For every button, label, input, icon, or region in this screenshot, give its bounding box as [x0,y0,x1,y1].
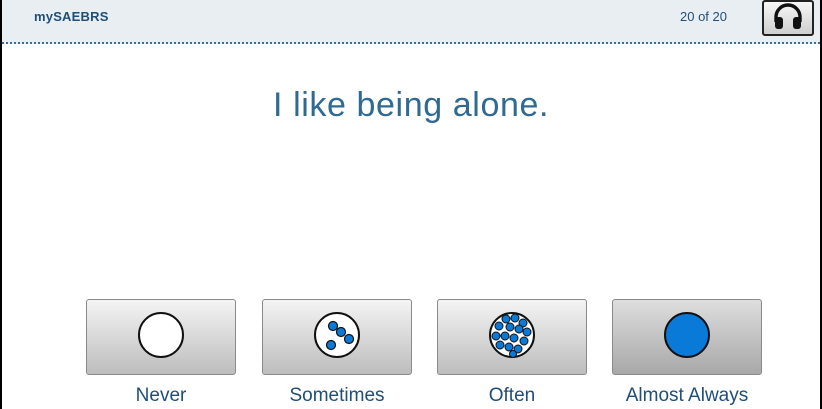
choice-often-label[interactable]: Often [437,385,587,407]
app-title: mySAEBRS [34,9,109,24]
question-text: I like being alone. [272,86,550,124]
header-bar: mySAEBRS 20 of 20 [2,0,820,44]
choice-never-label[interactable]: Never [86,385,236,407]
headphones-icon [772,2,804,35]
choice-sometimes-button[interactable] [262,299,412,375]
question-progress: 20 of 20 [680,9,727,24]
choice-often-button[interactable] [437,299,587,375]
empty-circle-icon [135,309,187,366]
filled-circle-icon [661,309,713,366]
choice-almost-always-label[interactable]: Almost Always [612,385,762,407]
choice-sometimes-label[interactable]: Sometimes [262,385,412,407]
audio-button[interactable] [762,0,814,36]
few-dots-circle-icon [311,309,363,366]
choice-almost-always-button[interactable] [612,299,762,375]
survey-screen: mySAEBRS 20 of 20 I like being alone. Ne… [0,0,822,409]
many-dots-circle-icon [486,309,538,366]
choice-never-button[interactable] [86,299,236,375]
